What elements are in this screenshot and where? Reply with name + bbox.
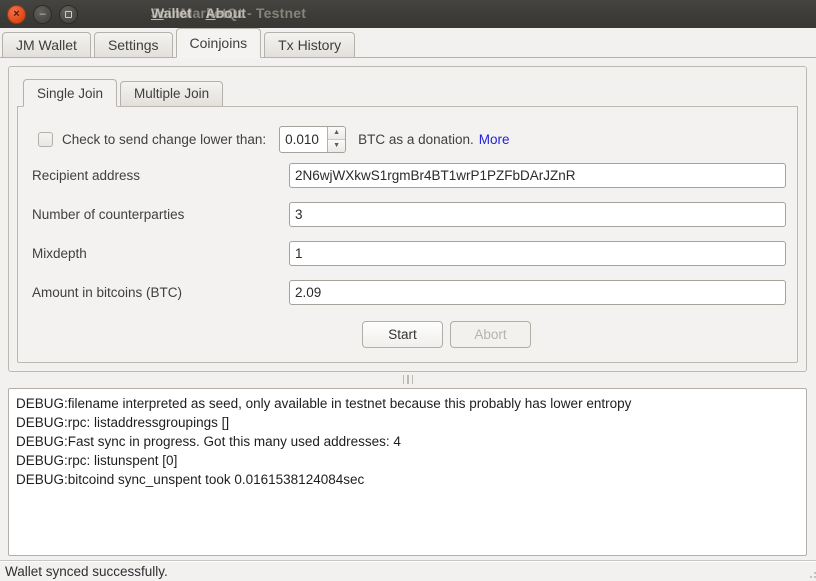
spinner-down-icon[interactable]: ▼ [328,140,345,152]
splitter-handle[interactable] [0,373,816,386]
maximize-icon[interactable] [59,5,78,24]
donation-amount-spinner: ▲ ▼ [279,126,346,153]
join-subtabbar: Single Join Multiple Join [17,79,798,107]
title-area: JoinMarketQt - Testnet Wallet About [78,0,816,28]
donation-suffix-label: BTC as a donation. [358,132,474,147]
log-line: DEBUG:Fast sync in progress. Got this ma… [16,432,799,451]
field-counterparties: Number of counterparties [18,202,797,227]
amount-btc-label: Amount in bitcoins (BTC) [32,280,182,305]
debug-log[interactable]: DEBUG:filename interpreted as seed, only… [8,388,807,556]
abort-button[interactable]: Abort [450,321,531,348]
spinner-buttons: ▲ ▼ [327,127,345,152]
donation-checkbox-label: Check to send change lower than: [62,132,266,147]
tab-tx-history[interactable]: Tx History [264,32,355,57]
tab-single-join[interactable]: Single Join [23,79,117,107]
counterparties-label: Number of counterparties [32,202,184,227]
tab-multiple-join[interactable]: Multiple Join [120,81,223,106]
tab-jm-wallet[interactable]: JM Wallet [2,32,91,57]
log-line: DEBUG:bitcoind sync_unspent took 0.01615… [16,470,799,489]
start-button[interactable]: Start [362,321,443,348]
tab-settings[interactable]: Settings [94,32,173,57]
counterparties-input[interactable] [289,202,786,227]
tab-coinjoins[interactable]: Coinjoins [176,28,262,58]
donation-row: Check to send change lower than: ▲ ▼ BTC… [18,124,797,154]
recipient-address-label: Recipient address [32,163,140,188]
single-join-panel: Check to send change lower than: ▲ ▼ BTC… [17,107,798,363]
maximize-glyph [65,11,72,18]
menu-about[interactable]: About [205,5,245,21]
minimize-icon[interactable]: – [33,5,52,24]
field-mixdepth: Mixdepth [18,241,797,266]
mixdepth-input[interactable] [289,241,786,266]
mixdepth-label: Mixdepth [32,241,87,266]
spinner-up-icon[interactable]: ▲ [328,127,345,140]
donation-amount-input[interactable] [280,127,327,152]
menubar: Wallet About [151,5,246,21]
amount-btc-input[interactable] [289,280,786,305]
field-recipient-address: Recipient address [18,163,797,188]
more-link[interactable]: More [479,132,510,147]
titlebar: × – JoinMarketQt - Testnet Wallet About [0,0,816,28]
coinjoin-groupbox: Single Join Multiple Join Check to send … [8,66,807,372]
resize-grip-icon[interactable] [810,576,812,578]
log-line: DEBUG:rpc: listunspent [0] [16,451,799,470]
donation-checkbox[interactable] [38,132,53,147]
coinjoins-pane: Single Join Multiple Join Check to send … [0,58,816,560]
main-tabbar: JM Wallet Settings Coinjoins Tx History [0,28,816,58]
log-line: DEBUG:filename interpreted as seed, only… [16,394,799,413]
close-icon[interactable]: × [7,5,26,24]
field-amount-btc: Amount in bitcoins (BTC) [18,280,797,305]
log-line: DEBUG:rpc: listaddressgroupings [] [16,413,799,432]
statusbar: Wallet synced successfully. [0,560,816,581]
status-message: Wallet synced successfully. [5,564,168,579]
recipient-address-input[interactable] [289,163,786,188]
menu-wallet[interactable]: Wallet [151,5,192,21]
